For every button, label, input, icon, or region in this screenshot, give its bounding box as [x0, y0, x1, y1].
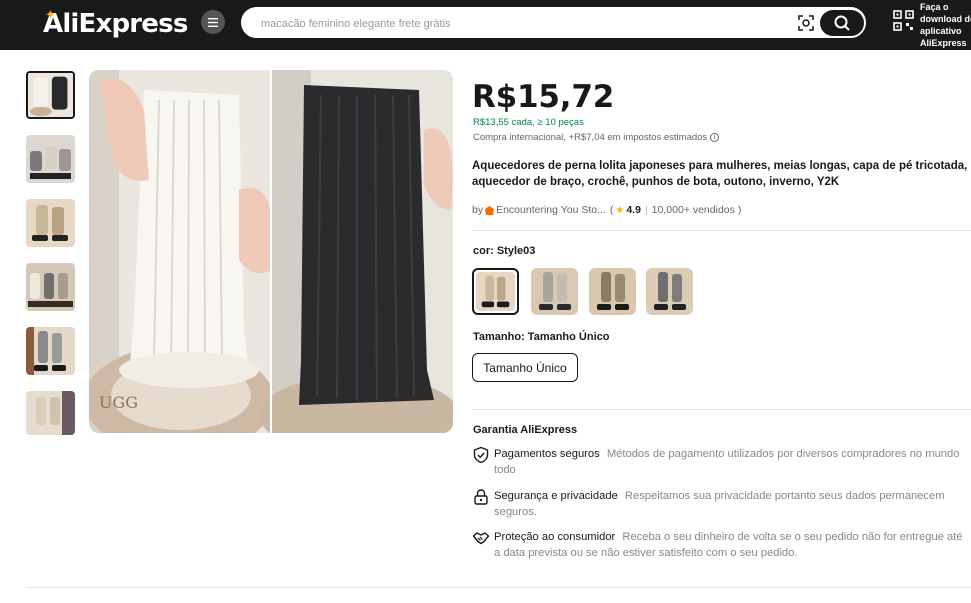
divider-2: [472, 409, 971, 410]
guarantee-text: Proteção ao consumidor Receba o seu dinh…: [494, 529, 964, 561]
thumbnail-5[interactable]: [26, 327, 75, 375]
qr-code-icon[interactable]: [893, 10, 914, 31]
sold-count: 10,000+ vendidos: [651, 204, 735, 216]
tax-note-text: Compra internacional, +R$7,04 em imposto…: [473, 132, 708, 143]
thumbnail-6[interactable]: [26, 391, 75, 435]
guarantee-heading: Garantia AliExpress: [473, 424, 578, 436]
rating-separator: |: [644, 204, 648, 216]
category-menu-button[interactable]: [201, 10, 225, 34]
guarantee-text: Pagamentos seguros Métodos de pagamento …: [494, 446, 964, 478]
divider-3: [26, 587, 971, 588]
color-swatch-3[interactable]: [589, 268, 636, 315]
rating-value: 4.9: [626, 204, 641, 216]
store-prefix: by: [472, 204, 484, 216]
lock-icon: [474, 489, 488, 505]
handshake-icon: [472, 532, 490, 545]
star-icon: ★: [615, 204, 625, 216]
logo-text: AliExpress: [43, 9, 188, 39]
logo-star-icon: ✦: [45, 7, 56, 22]
guarantee-title: Pagamentos seguros: [494, 448, 600, 460]
size-label: Tamanho: Tamanho Único: [473, 331, 610, 343]
top-header: ✦ AliExpress Faça o download do: [0, 0, 971, 50]
store-rating-line: by Encountering You Sto... ( ★ 4.9 | 10,…: [472, 204, 741, 216]
search-button[interactable]: [820, 10, 864, 36]
tax-note: Compra internacional, +R$7,04 em imposto…: [473, 132, 720, 143]
guarantee-text: Segurança e privacidade Respeitamos sua …: [494, 488, 964, 520]
search-icon: [834, 15, 850, 31]
bulk-price: R$13,55 cada, ≥ 10 peças: [473, 117, 584, 128]
color-label: cor: Style03: [473, 245, 536, 257]
store-icon: [484, 205, 495, 216]
svg-text:UGG: UGG: [99, 393, 138, 412]
store-name-link[interactable]: Encountering You Sto...: [496, 204, 606, 216]
main-product-image[interactable]: UGG: [89, 70, 453, 433]
thumbnail-2[interactable]: [26, 135, 75, 183]
size-option-button[interactable]: Tamanho Único: [472, 353, 578, 382]
search-bar: [241, 7, 866, 38]
color-swatch-4[interactable]: [646, 268, 693, 315]
product-price: R$15,72: [472, 79, 615, 115]
image-search-icon[interactable]: [797, 14, 815, 32]
color-swatch-style03[interactable]: [472, 268, 519, 315]
thumbnail-3[interactable]: [26, 199, 75, 247]
divider-1: [472, 230, 971, 231]
app-download-promo[interactable]: Faça o download do aplicativo AliExpress: [920, 1, 971, 49]
color-swatch-2[interactable]: [531, 268, 578, 315]
product-title: Aquecedores de perna lolita japoneses pa…: [472, 160, 968, 188]
guarantee-title: Proteção ao consumidor: [494, 531, 616, 543]
rating-open-paren: (: [609, 204, 614, 216]
info-icon[interactable]: i: [710, 133, 720, 142]
rating-close-paren: ): [737, 204, 742, 216]
aliexpress-logo[interactable]: ✦ AliExpress: [43, 6, 188, 42]
search-input[interactable]: [261, 15, 781, 33]
shield-check-icon: [473, 446, 489, 464]
thumbnail-1[interactable]: [26, 71, 75, 119]
hamburger-icon: [208, 17, 218, 27]
guarantee-title: Segurança e privacidade: [494, 490, 618, 502]
thumbnail-4[interactable]: [26, 263, 75, 311]
